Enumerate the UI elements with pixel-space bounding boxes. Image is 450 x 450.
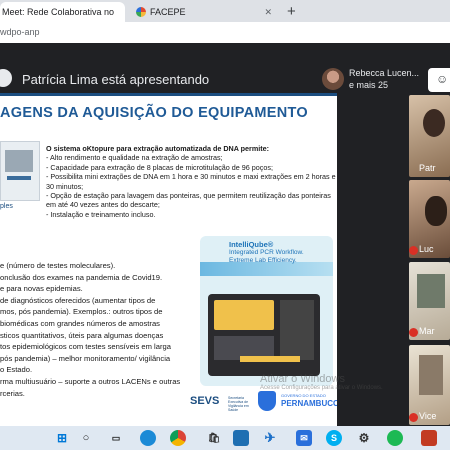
slide-top-band	[0, 93, 337, 96]
list-item: biomédicas com grandes números de amostr…	[0, 318, 160, 328]
tile-name: Luc	[419, 244, 434, 254]
activation-watermark: Ativar o Windows	[260, 373, 345, 385]
image-caption: ples	[0, 203, 13, 210]
tile-name: Mar	[419, 326, 435, 336]
taskview-icon[interactable]: ▭	[108, 430, 124, 446]
pe-logo-top: GOVERNO DO ESTADO	[281, 393, 326, 398]
tab-title: Meet: Rede Colaborativa no	[2, 7, 115, 17]
windows-icon[interactable]: ⊞	[54, 430, 70, 446]
email-icon[interactable]: ✉	[296, 430, 312, 446]
avatar[interactable]	[322, 68, 344, 90]
mic-off-icon	[409, 246, 418, 255]
participant-name: Rebecca Lucen...	[349, 68, 420, 78]
participant-tile[interactable]: Patr	[409, 95, 450, 177]
list-item: onclusão dos exames na pandemia de Covid…	[0, 272, 163, 282]
list-item: e (número de testes moleculares).	[0, 261, 116, 270]
list-item: e para novas epidemias.	[0, 284, 83, 294]
presenter-bar: Patrícia Lima está apresentando	[0, 65, 337, 93]
list-item: de diagnósticos oferecidos (aumentar tip…	[0, 295, 156, 305]
tile-name: Patr	[419, 163, 436, 173]
list-item: o Estado.	[0, 365, 33, 375]
spotify-icon[interactable]	[387, 430, 403, 446]
pernambuco-crest-icon	[258, 391, 276, 411]
tile-name: Vice	[419, 411, 437, 421]
intro-block: O sistema oKtopure para extração automat…	[46, 144, 336, 219]
slide-title: AGENS DA AQUISIÇÃO DO EQUIPAMENTO	[0, 105, 308, 121]
extractor-image	[0, 141, 40, 201]
list-item: sticos quantitativos, úteis para algumas…	[0, 330, 164, 340]
bullet-item: - Capacidade para extração de 8 placas d…	[46, 162, 273, 172]
list-item: pós pandemia) – melhor monitoramento/ vi…	[0, 353, 171, 363]
people-icon: ☺	[436, 72, 449, 86]
participant-tile[interactable]: Mar	[409, 262, 450, 340]
sevs-logo: SEVS	[190, 395, 220, 407]
search-icon[interactable]: ○	[78, 430, 94, 446]
address-bar[interactable]: wdpo-anp	[0, 22, 450, 44]
bullet-item: - Instalação e treinamento incluso.	[46, 209, 156, 219]
product-name: IntelliQube®	[229, 240, 274, 249]
photos-icon[interactable]	[233, 430, 249, 446]
store-icon[interactable]: 🛍	[206, 430, 222, 446]
list-item: tos epidemiológicos com testes sensíveis…	[0, 342, 171, 352]
list-item: rma multiusuário – suporte a outros LACE…	[0, 376, 181, 386]
facepe-favicon-icon	[136, 7, 146, 17]
product-sub2: Extreme Lab Efficiency.	[229, 257, 297, 264]
sevs-logo-sub: Secretaria Executiva de Vigilância em Sa…	[228, 396, 249, 412]
participant-tile[interactable]: Luc	[409, 180, 450, 258]
participant-tile[interactable]: Vice	[409, 345, 450, 425]
people-button[interactable]: ☺	[428, 68, 450, 92]
mic-off-icon	[409, 328, 418, 337]
benefits-list: e (número de testes moleculares). onclus…	[0, 260, 198, 399]
presenter-logo-icon	[0, 69, 12, 87]
activation-watermark-sub: Acesse Configurações para ativar o Windo…	[260, 385, 383, 391]
settings-icon[interactable]: ⚙	[356, 430, 372, 446]
tab-title: FACEPE	[150, 7, 186, 17]
pe-logo: PERNAMBUCO	[281, 399, 337, 408]
participant-more: e mais 25	[349, 80, 389, 90]
tab-facepe[interactable]: FACEPE ✕	[132, 2, 280, 22]
skype-icon[interactable]: S	[326, 430, 342, 446]
bullet-item: - Opção de estação para lavagem das pont…	[46, 191, 331, 210]
edge-icon[interactable]	[140, 430, 156, 446]
list-item: mos, pós pandemia). Exemplos.: outros ti…	[0, 307, 163, 317]
presenter-text: Patrícia Lima está apresentando	[22, 72, 210, 87]
misc-icon[interactable]	[421, 430, 437, 446]
tab-meet[interactable]: Meet: Rede Colaborativa no ✕	[0, 2, 125, 22]
mic-off-icon	[409, 413, 418, 422]
list-item: rcerias.	[0, 388, 25, 398]
intro-heading: O sistema oKtopure para extração automat…	[46, 144, 270, 153]
new-tab-button[interactable]: +	[287, 3, 296, 20]
bullet-item: - Alto rendimento e qualidade na extraçã…	[46, 153, 223, 163]
chrome-icon[interactable]	[170, 430, 186, 446]
email-icon[interactable]: ✈	[262, 430, 278, 446]
product-sub1: Integrated PCR Workflow.	[229, 249, 304, 256]
bullet-item: - Possibilita mini extrações de DNA em 1…	[46, 172, 336, 191]
url-text: wdpo-anp	[0, 27, 40, 37]
close-icon[interactable]: ✕	[264, 7, 272, 18]
